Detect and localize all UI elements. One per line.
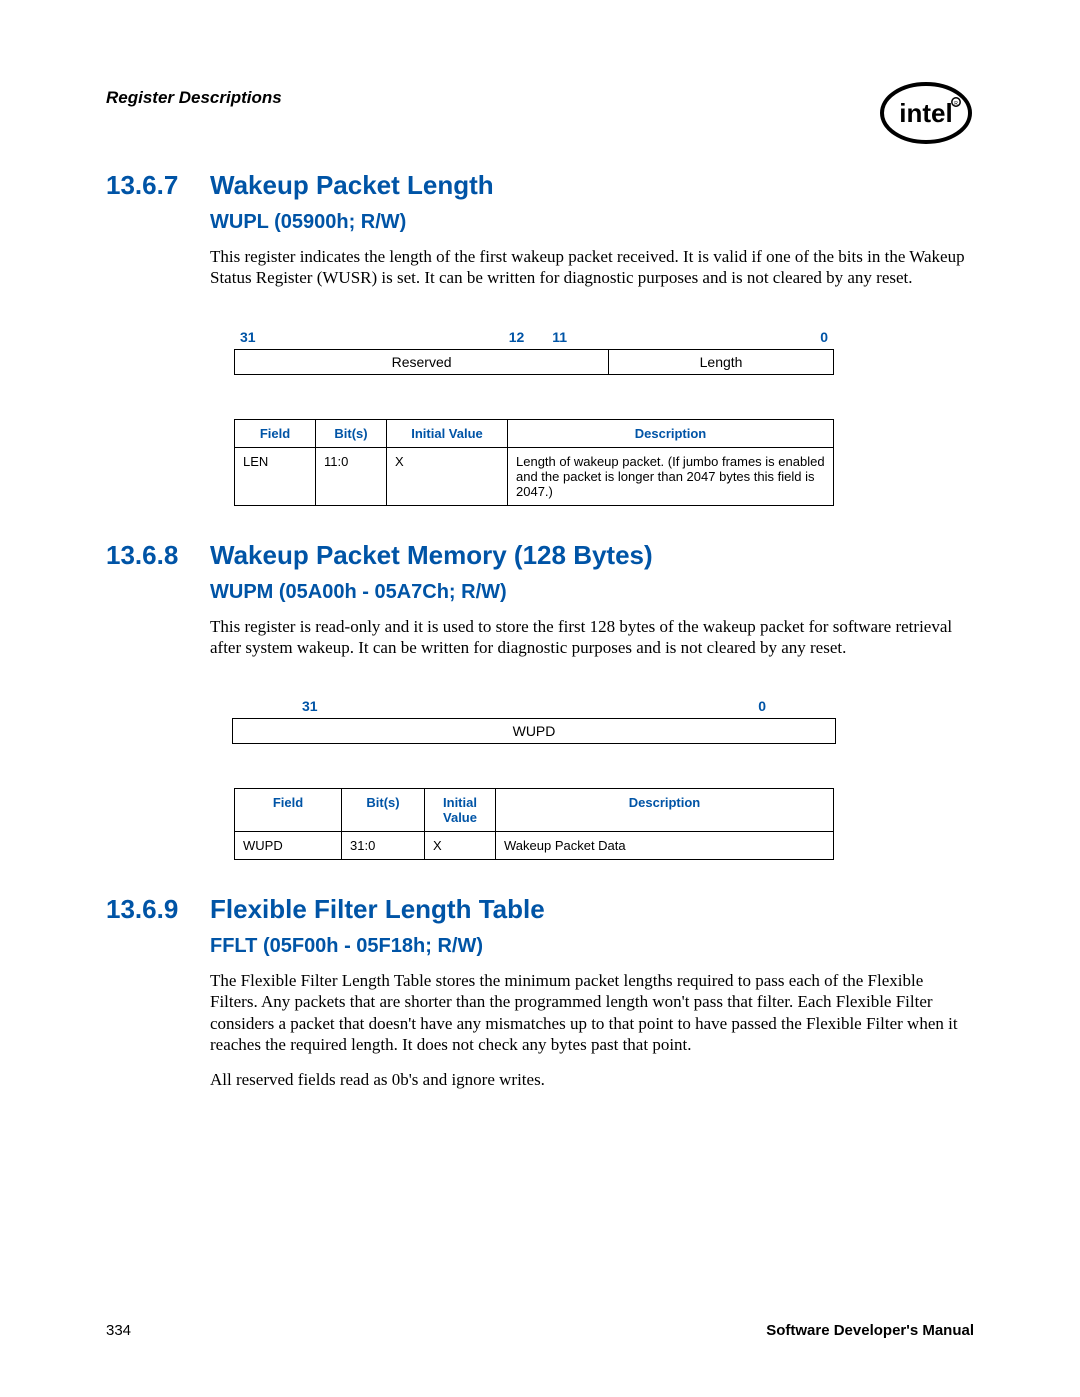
register-subheading-wupl: WUPL (05900h; R/W) xyxy=(210,211,974,234)
td-bits: 11:0 xyxy=(316,447,387,505)
field-table-wupm: Field Bit(s) Initial Value Description W… xyxy=(234,788,834,860)
table-header-row: Field Bit(s) Initial Value Description xyxy=(235,789,834,832)
table-row: WUPD 31:0 X Wakeup Packet Data xyxy=(235,832,834,860)
th-init: Initial Value xyxy=(425,789,496,832)
th-bits: Bit(s) xyxy=(342,789,425,832)
section-heading-1367: 13.6.7 Wakeup Packet Length xyxy=(106,170,974,201)
td-init: X xyxy=(387,447,508,505)
section-number: 13.6.7 xyxy=(106,170,210,201)
bit-row: WUPD xyxy=(232,718,836,744)
svg-text:R: R xyxy=(954,101,958,107)
table-header-row: Field Bit(s) Initial Value Description xyxy=(235,419,834,447)
td-desc: Length of wakeup packet. (If jumbo frame… xyxy=(508,447,834,505)
bit-cell-reserved: Reserved xyxy=(235,350,608,374)
running-head: Register Descriptions xyxy=(106,88,282,108)
paragraph: This register indicates the length of th… xyxy=(210,246,974,289)
register-subheading-fflt: FFLT (05F00h - 05F18h; R/W) xyxy=(210,935,974,958)
content: 13.6.7 Wakeup Packet Length WUPL (05900h… xyxy=(106,170,974,1090)
section-title: Flexible Filter Length Table xyxy=(210,894,545,925)
section-heading-1369: 13.6.9 Flexible Filter Length Table xyxy=(106,894,974,925)
th-init: Initial Value xyxy=(387,419,508,447)
page-header: Register Descriptions intel R xyxy=(106,80,974,146)
section-heading-1368: 13.6.8 Wakeup Packet Memory (128 Bytes) xyxy=(106,540,974,571)
manual-title: Software Developer's Manual xyxy=(766,1322,974,1339)
bit-0: 0 xyxy=(820,329,828,345)
td-field: LEN xyxy=(235,447,316,505)
td-init: X xyxy=(425,832,496,860)
bit-labels: 31 0 xyxy=(296,698,772,718)
th-field: Field xyxy=(235,419,316,447)
intel-logo-icon: intel R xyxy=(878,80,974,146)
section-number: 13.6.8 xyxy=(106,540,210,571)
bit-cell-wupd: WUPD xyxy=(233,719,835,743)
section-number: 13.6.9 xyxy=(106,894,210,925)
bit-layout-wupm: 31 0 WUPD xyxy=(296,698,772,744)
th-desc: Description xyxy=(496,789,834,832)
field-table-wupl: Field Bit(s) Initial Value Description L… xyxy=(234,419,834,506)
bit-row: Reserved Length xyxy=(234,349,834,375)
bit-11: 11 xyxy=(552,329,567,345)
th-field: Field xyxy=(235,789,342,832)
section-title: Wakeup Packet Length xyxy=(210,170,494,201)
paragraph: All reserved fields read as 0b's and ign… xyxy=(210,1069,974,1090)
bit-labels: 31 12 11 0 xyxy=(234,329,834,349)
register-subheading-wupm: WUPM (05A00h - 05A7Ch; R/W) xyxy=(210,581,974,604)
bit-31: 31 xyxy=(302,698,318,714)
th-bits: Bit(s) xyxy=(316,419,387,447)
td-bits: 31:0 xyxy=(342,832,425,860)
page-footer: 334 Software Developer's Manual xyxy=(106,1322,974,1339)
bit-12: 12 xyxy=(509,329,525,345)
paragraph: This register is read-only and it is use… xyxy=(210,616,974,659)
document-page: Register Descriptions intel R 13.6.7 Wak… xyxy=(0,0,1080,1397)
bit-cell-length: Length xyxy=(608,350,833,374)
section-title: Wakeup Packet Memory (128 Bytes) xyxy=(210,540,653,571)
td-field: WUPD xyxy=(235,832,342,860)
bit-31: 31 xyxy=(240,329,256,345)
page-number: 334 xyxy=(106,1322,131,1339)
table-row: LEN 11:0 X Length of wakeup packet. (If … xyxy=(235,447,834,505)
svg-text:intel: intel xyxy=(899,98,952,128)
bit-layout-wupl: 31 12 11 0 Reserved Length xyxy=(234,329,834,375)
paragraph: The Flexible Filter Length Table stores … xyxy=(210,970,974,1055)
bit-0: 0 xyxy=(758,698,766,714)
td-desc: Wakeup Packet Data xyxy=(496,832,834,860)
th-desc: Description xyxy=(508,419,834,447)
